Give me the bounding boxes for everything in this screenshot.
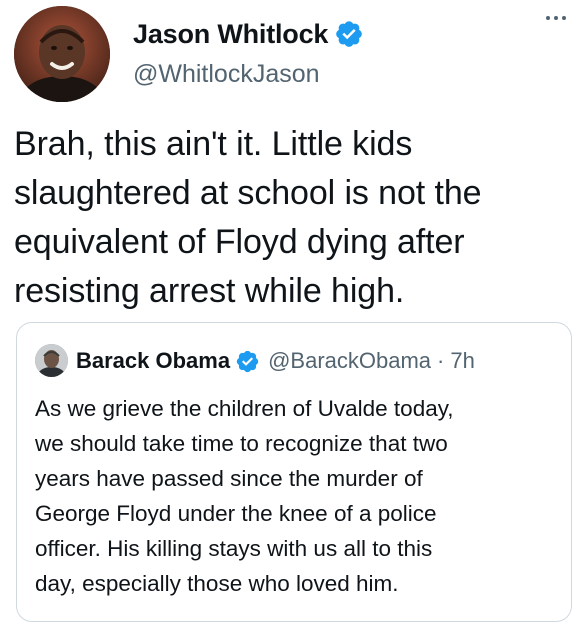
author-handle[interactable]: @WhitlockJason (133, 60, 320, 89)
quoted-text-line: we should take time to recognize that tw… (35, 431, 448, 456)
quoted-text-line: day, especially those who loved him. (35, 571, 399, 596)
avatar-photo-icon (35, 344, 68, 377)
more-options-icon[interactable] (539, 4, 573, 32)
quoted-timestamp[interactable]: 7h (450, 348, 474, 374)
quoted-text-line: As we grieve the children of Uvalde toda… (35, 396, 454, 421)
quoted-author-avatar[interactable] (35, 344, 68, 377)
quoted-handle[interactable]: @BarackObama (268, 348, 431, 374)
tweet-text-line: equivalent of Floyd dying after (14, 223, 465, 261)
quoted-tweet-card[interactable]: Barack Obama @BarackObama · 7h As we gri… (16, 322, 572, 622)
tweet-card: Jason Whitlock @WhitlockJason Brah, this… (0, 0, 585, 622)
quoted-tweet-text: As we grieve the children of Uvalde toda… (35, 391, 565, 601)
quoted-header: Barack Obama @BarackObama · 7h (76, 344, 475, 378)
quoted-display-name[interactable]: Barack Obama (76, 348, 230, 374)
tweet-text-line: resisting arrest while high. (14, 272, 405, 310)
quoted-text-line: George Floyd under the knee of a police (35, 501, 437, 526)
quoted-text-line: years have passed since the murder of (35, 466, 423, 491)
quoted-text-line: officer. His killing stays with us all t… (35, 536, 433, 561)
tweet-text: Brah, this ain't it. Little kids slaught… (14, 120, 579, 316)
author-name-row: Jason Whitlock (133, 15, 364, 53)
author-avatar[interactable] (14, 6, 110, 102)
verified-badge-icon (334, 19, 364, 49)
avatar-photo-icon (14, 6, 110, 102)
author-display-name[interactable]: Jason Whitlock (133, 19, 328, 50)
tweet-text-line: slaughtered at school is not the (14, 174, 482, 212)
header-separator: · (437, 348, 445, 373)
verified-badge-icon (235, 349, 260, 374)
tweet-text-line: Brah, this ain't it. Little kids (14, 125, 413, 163)
